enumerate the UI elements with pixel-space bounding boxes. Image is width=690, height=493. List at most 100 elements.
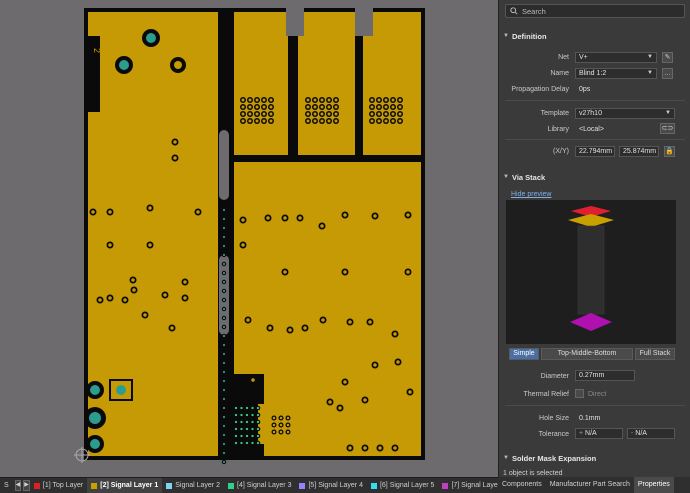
via-hole: [222, 442, 226, 446]
via-hole: [391, 98, 395, 102]
via-hole: [363, 398, 367, 402]
tab-properties[interactable]: Properties: [633, 477, 674, 493]
layer-tab[interactable]: [6] Signal Layer 5: [367, 478, 438, 493]
via-hole: [222, 217, 226, 221]
scroll-right-icon[interactable]: ▶: [23, 480, 30, 491]
via-hole: [148, 206, 152, 210]
via-hole: [222, 379, 226, 383]
stack-mode-full-stack[interactable]: Full Stack: [635, 348, 675, 360]
tab-components[interactable]: Components: [498, 477, 546, 493]
via-hole: [240, 441, 243, 445]
via-hole: [234, 434, 238, 438]
stack-mode-simple[interactable]: Simple: [509, 348, 539, 360]
layer-tab[interactable]: Signal Layer 2: [162, 478, 224, 493]
via-hole: [272, 423, 276, 427]
x-input[interactable]: 22.794mm: [575, 146, 615, 157]
via-hole: [123, 298, 127, 302]
layer-tab[interactable]: [5] Signal Layer 4: [295, 478, 366, 493]
layer-tab[interactable]: [2] Signal Layer 1: [87, 478, 163, 493]
via-stack-title: Via Stack: [511, 172, 546, 182]
via-hole: [262, 112, 266, 116]
via-hole: [222, 451, 226, 455]
slot-via-column: [221, 207, 227, 465]
via-hole: [108, 210, 112, 214]
thermal-relief-label: Thermal Relief: [523, 391, 569, 398]
via-hole: [170, 326, 174, 330]
tab-manufacturer-part-search[interactable]: Manufacturer Part Search: [546, 477, 634, 493]
layer-tab[interactable]: [1] Top Layer: [30, 478, 87, 493]
net-value: V+: [579, 54, 588, 61]
library-value: <Local>: [579, 126, 604, 133]
layer-color-swatch: [33, 482, 40, 489]
name-select[interactable]: Blind 1:2 ▼: [575, 68, 657, 79]
panel-tab-bar: Components Manufacturer Part Search Prop…: [498, 477, 690, 493]
via-hole: [279, 416, 283, 420]
via-hole: [398, 119, 402, 123]
net-select[interactable]: V+ ▼: [575, 52, 657, 63]
tolerance-minus-input[interactable]: - N/A: [627, 428, 675, 439]
via-large: [146, 33, 156, 43]
lock-icon[interactable]: 🔒: [664, 146, 675, 157]
right-top-pour-1: [234, 12, 288, 155]
via-hole: [269, 105, 273, 109]
layer-tab[interactable]: [7] Signal Laye: [438, 478, 498, 493]
scroll-left-icon[interactable]: ◀: [14, 480, 22, 491]
definition-section-header[interactable]: ▼ Definition: [499, 29, 690, 43]
via-hole: [222, 397, 226, 401]
via-hole: [306, 112, 310, 116]
via-hole: [222, 325, 226, 329]
layer-tab-label: Signal Layer 2: [175, 482, 220, 489]
tolerance-plus-input[interactable]: + N/A: [575, 428, 623, 439]
via-hole: [279, 430, 283, 434]
y-input[interactable]: 25.874mm: [619, 146, 659, 157]
via-stack-section-header[interactable]: ▼ Via Stack: [499, 170, 690, 184]
via-hole: [222, 415, 226, 419]
via-hole: [241, 218, 245, 222]
via-hole: [131, 278, 135, 282]
via-hole: [245, 441, 249, 445]
top-notch-2: [355, 8, 373, 36]
solder-mask-section-header[interactable]: ▼ Solder Mask Expansion: [499, 451, 690, 465]
search-input[interactable]: Search: [505, 4, 685, 18]
layer-set-prefix[interactable]: S: [0, 478, 13, 493]
link-icon[interactable]: ⊂⊃: [660, 123, 675, 134]
via-hole: [251, 406, 254, 410]
via-hole: [286, 423, 290, 427]
via-hole: [196, 210, 200, 214]
via-hole: [408, 390, 412, 394]
via-hole: [256, 420, 260, 424]
via-hole: [384, 98, 388, 102]
via-hole: [363, 446, 367, 450]
stack-mode-top-middle-bottom[interactable]: Top-Middle-Bottom: [541, 348, 633, 360]
pcb-drawing[interactable]: 2: [0, 0, 498, 477]
pcb-canvas[interactable]: 2: [0, 0, 498, 477]
via-hole: [303, 326, 307, 330]
selection-status: 1 object is selected: [503, 470, 563, 477]
layer-tab-label: [2] Signal Layer 1: [100, 482, 159, 489]
layer-tab[interactable]: [4] Signal Layer 3: [224, 478, 295, 493]
via-hole: [91, 210, 95, 214]
layer-tab-label: [5] Signal Layer 4: [308, 482, 363, 489]
via-hole: [222, 316, 226, 320]
thermal-relief-value: Direct: [588, 391, 607, 398]
edit-net-button[interactable]: ✎: [662, 52, 673, 63]
hide-preview-link[interactable]: Hide preview: [511, 191, 551, 198]
via-hole: [222, 208, 226, 212]
via-hole: [391, 119, 395, 123]
via-hole: [348, 320, 352, 324]
via-hole: [222, 406, 226, 410]
via-hole: [246, 318, 250, 322]
via-hole: [313, 112, 317, 116]
via-hole: [248, 105, 252, 109]
name-label: Name: [550, 70, 569, 77]
via-hole: [251, 378, 255, 382]
template-select[interactable]: v27h10 ▼: [575, 108, 675, 119]
more-options-button[interactable]: …: [662, 68, 673, 79]
via-hole: [183, 296, 187, 300]
via-hole: [393, 446, 397, 450]
diameter-input[interactable]: 0.27mm: [575, 370, 635, 381]
via-hole: [222, 370, 226, 374]
layer-tab-label: [4] Signal Layer 3: [237, 482, 292, 489]
via-hole: [320, 105, 324, 109]
thermal-relief-checkbox[interactable]: [575, 389, 584, 398]
